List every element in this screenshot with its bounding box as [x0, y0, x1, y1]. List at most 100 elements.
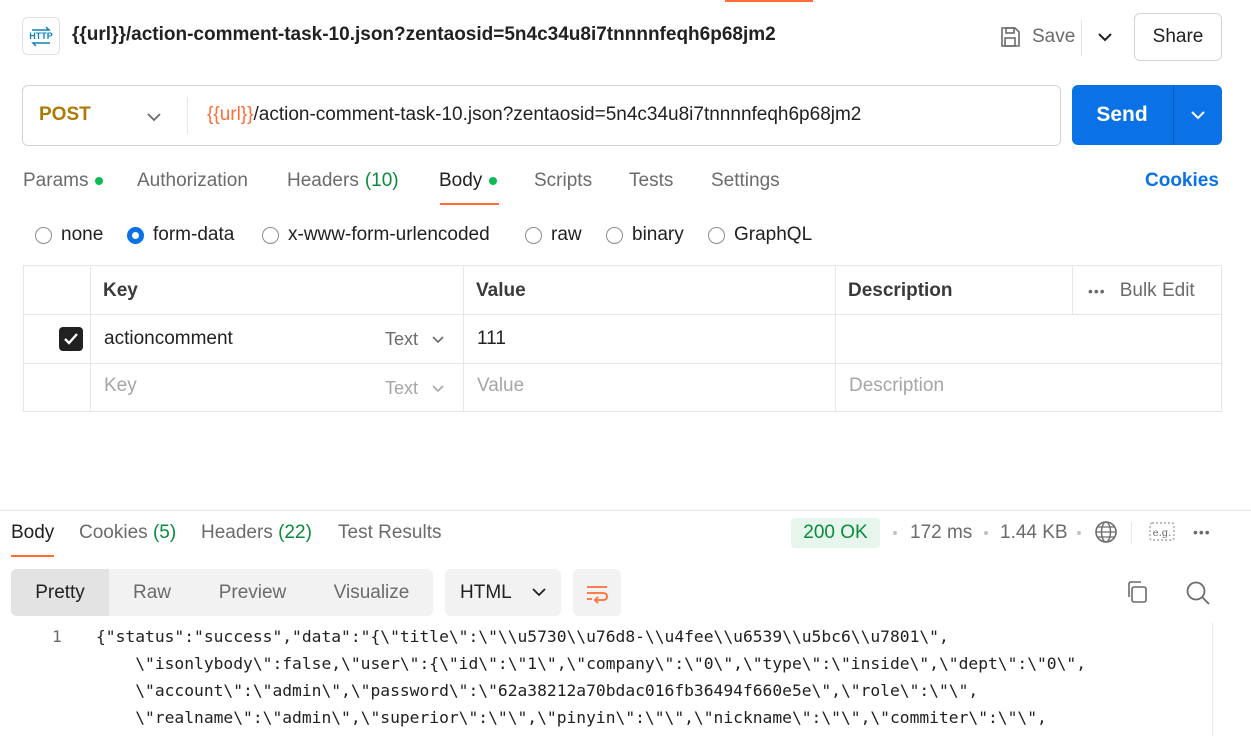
column-header-value: Value: [476, 280, 526, 301]
tab-headers-label: Headers: [287, 170, 359, 191]
table-divider: [835, 265, 836, 412]
radio-label: raw: [551, 224, 582, 245]
meta-separator: [1077, 531, 1081, 535]
table-divider: [90, 265, 91, 412]
new-key-input[interactable]: Key: [104, 375, 137, 397]
tab-body-label: Body: [439, 170, 483, 191]
radio-binary[interactable]: binary: [606, 224, 684, 246]
example-icon[interactable]: e.g.: [1149, 521, 1175, 548]
row-enabled-checkbox[interactable]: [59, 327, 83, 351]
more-options-icon[interactable]: •••: [1193, 524, 1211, 540]
method-select[interactable]: POST: [39, 104, 91, 126]
response-tab-body[interactable]: Body: [11, 522, 54, 544]
code-scrollbar[interactable]: [1212, 623, 1213, 736]
new-value-input[interactable]: Value: [477, 375, 524, 397]
chevron-down-icon: [432, 384, 444, 392]
globe-icon[interactable]: [1094, 520, 1118, 549]
radio-form-data[interactable]: form-data: [127, 224, 234, 246]
response-size[interactable]: 1.44 KB: [1000, 522, 1068, 544]
radio-circle: [708, 226, 725, 244]
radio-label: binary: [632, 224, 684, 245]
view-raw[interactable]: Raw: [109, 569, 195, 616]
tab-headers-count: (10): [364, 170, 399, 191]
cookies-link[interactable]: Cookies: [1145, 170, 1219, 192]
response-divider: [0, 510, 1251, 511]
save-icon: [1001, 27, 1020, 47]
response-cookies-count: (5): [152, 522, 177, 543]
method-chevron-down-icon[interactable]: [147, 106, 161, 127]
code-line: \"account\":\"admin\",\"password\":\"62a…: [96, 681, 979, 700]
radio-circle: [606, 226, 623, 244]
url-path: /action-comment-task-10.json?zentaosid=5…: [253, 104, 862, 125]
row-type-label: Text: [385, 329, 419, 349]
bulk-edit-button[interactable]: ••• Bulk Edit: [1088, 280, 1195, 302]
radio-x-www-form-urlencoded[interactable]: x-www-form-urlencoded: [262, 224, 490, 246]
send-button[interactable]: Send: [1072, 85, 1172, 145]
meta-separator: [893, 531, 897, 535]
wrap-lines-button[interactable]: [573, 569, 621, 616]
code-line: {"status":"success","data":"{\"title\":\…: [96, 627, 949, 646]
response-tab-headers-label: Headers: [201, 522, 273, 543]
http-request-icon: HTTP: [22, 17, 60, 55]
send-options-chevron-down-icon[interactable]: [1174, 85, 1222, 145]
format-select[interactable]: HTML: [445, 569, 561, 616]
radio-circle: [525, 226, 542, 244]
search-icon[interactable]: [1185, 580, 1211, 611]
radio-label: GraphQL: [734, 224, 813, 245]
bulk-edit-label: Bulk Edit: [1119, 280, 1195, 301]
meta-divider: [1131, 522, 1132, 544]
url-input[interactable]: {{url}}/action-comment-task-10.json?zent…: [207, 104, 861, 126]
response-time[interactable]: 172 ms: [910, 522, 972, 544]
row-key-input[interactable]: actioncomment: [104, 328, 233, 350]
radio-raw[interactable]: raw: [525, 224, 582, 246]
tab-authorization[interactable]: Authorization: [137, 170, 248, 192]
new-type-select[interactable]: Text: [385, 378, 444, 399]
svg-text:HTTP: HTTP: [29, 31, 53, 41]
wrap-icon: [587, 585, 608, 604]
radio-none[interactable]: none: [35, 224, 103, 246]
body-indicator-dot: [489, 177, 498, 185]
url-variable: {{url}}: [207, 104, 254, 125]
status-badge[interactable]: 200 OK: [791, 518, 880, 548]
response-tab-cookies-label: Cookies: [79, 522, 148, 543]
radio-graphql[interactable]: GraphQL: [708, 224, 812, 246]
copy-icon[interactable]: [1125, 580, 1149, 609]
row-value-input[interactable]: 111: [477, 328, 506, 350]
tab-settings[interactable]: Settings: [711, 170, 780, 192]
radio-circle: [262, 226, 279, 244]
tab-params[interactable]: Params: [23, 170, 104, 192]
meta-separator: [984, 531, 988, 535]
svg-text:e.g.: e.g.: [1153, 528, 1172, 539]
response-active-tab-underline: [11, 555, 54, 557]
view-preview[interactable]: Preview: [195, 569, 310, 616]
url-divider: [187, 97, 188, 134]
share-button[interactable]: Share: [1134, 13, 1222, 61]
params-indicator-dot: [95, 177, 104, 185]
row-type-select[interactable]: Text: [385, 329, 444, 350]
save-options-chevron-down-icon[interactable]: [1092, 24, 1118, 50]
code-line: \"isonlybody\":false,\"user\":{\"id\":\"…: [96, 654, 1087, 673]
request-title[interactable]: {{url}}/action-comment-task-10.json?zent…: [72, 24, 776, 46]
column-header-key: Key: [103, 280, 138, 301]
radio-circle-selected: [127, 226, 144, 244]
response-headers-count: (22): [278, 522, 312, 543]
save-button[interactable]: Save: [998, 20, 1075, 54]
tab-headers[interactable]: Headers (10): [287, 170, 399, 192]
save-label: Save: [1032, 26, 1076, 47]
response-tab-cookies[interactable]: Cookies (5): [79, 522, 176, 544]
view-pretty[interactable]: Pretty: [11, 569, 109, 616]
chevron-down-icon: [532, 588, 546, 597]
tab-tests[interactable]: Tests: [629, 170, 673, 192]
table-divider: [23, 314, 1222, 315]
column-header-description: Description: [848, 280, 953, 301]
new-description-input[interactable]: Description: [849, 375, 944, 397]
tab-scripts[interactable]: Scripts: [534, 170, 592, 192]
view-visualize[interactable]: Visualize: [310, 569, 433, 616]
radio-circle: [35, 226, 52, 244]
line-number: 1: [52, 627, 62, 646]
tab-body[interactable]: Body: [439, 170, 498, 192]
table-divider: [463, 265, 464, 412]
radio-label: x-www-form-urlencoded: [288, 224, 490, 245]
response-tab-test-results[interactable]: Test Results: [338, 522, 441, 544]
response-tab-headers[interactable]: Headers (22): [201, 522, 312, 544]
